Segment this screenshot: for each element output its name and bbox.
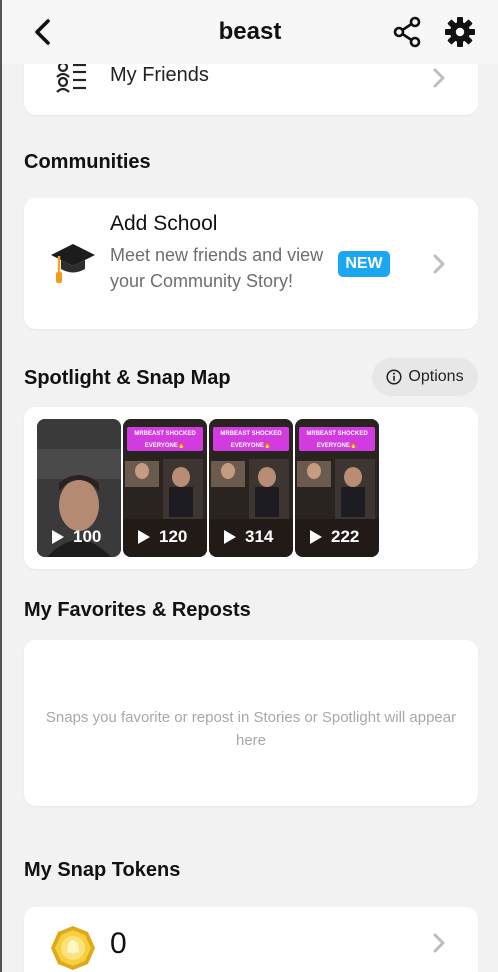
view-count: 120 — [137, 527, 187, 547]
options-button[interactable]: Options — [372, 358, 478, 396]
spotlight-thumbnail[interactable]: MRBEAST SHOCKED EVERYONE🔥 222 — [295, 419, 379, 557]
thumbnail-caption: MRBEAST SHOCKED EVERYONE🔥 — [127, 427, 203, 451]
add-school-title: Add School — [110, 212, 218, 235]
spotlight-thumbnail[interactable]: MRBEAST SHOCKED EVERYONE🔥 120 — [123, 419, 207, 557]
share-button[interactable] — [390, 14, 424, 50]
tokens-heading: My Snap Tokens — [24, 859, 181, 881]
gear-icon — [445, 17, 475, 47]
friends-list-icon — [56, 60, 88, 99]
graduation-cap-icon — [50, 242, 96, 291]
spotlight-card: 100 MRBEAST SHOCKED EVERYONE🔥 120 MRBEAS… — [24, 407, 478, 569]
thumbnail-caption: MRBEAST SHOCKED EVERYONE🔥 — [213, 427, 289, 451]
spotlight-thumbnail[interactable]: MRBEAST SHOCKED EVERYONE🔥 314 — [209, 419, 293, 557]
view-count: 222 — [309, 527, 359, 547]
chevron-right-icon — [433, 933, 445, 953]
top-bar: beast — [2, 0, 498, 64]
settings-button[interactable] — [442, 14, 478, 50]
favorites-heading: My Favorites & Reposts — [24, 599, 251, 621]
add-school-subtitle: Meet new friends and view your Community… — [110, 245, 324, 291]
my-friends-label: My Friends — [110, 64, 209, 86]
play-icon — [310, 530, 322, 544]
spotlight-thumbnail[interactable]: 100 — [37, 419, 121, 557]
view-count-value: 120 — [159, 527, 188, 546]
view-count-value: 222 — [331, 527, 360, 546]
chevron-right-icon — [433, 254, 445, 274]
token-coin-icon — [50, 925, 96, 972]
view-count: 314 — [223, 527, 273, 547]
back-chevron-icon — [35, 19, 50, 45]
play-icon — [138, 530, 150, 544]
play-icon — [224, 530, 236, 544]
token-count: 0 — [110, 927, 127, 960]
window-edge — [0, 0, 2, 972]
info-icon — [386, 369, 402, 385]
share-icon — [393, 16, 421, 48]
view-count: 100 — [51, 527, 101, 547]
play-icon — [52, 530, 64, 544]
options-label: Options — [408, 368, 464, 385]
page-title: beast — [218, 18, 282, 45]
back-button[interactable] — [26, 14, 58, 50]
view-count-value: 314 — [245, 527, 274, 546]
view-count-value: 100 — [73, 527, 102, 546]
thumbnail-caption: MRBEAST SHOCKED EVERYONE🔥 — [299, 427, 375, 451]
new-badge: NEW — [338, 251, 390, 277]
chevron-right-icon — [433, 68, 445, 88]
communities-heading: Communities — [24, 151, 151, 173]
add-school-card[interactable]: Add School Meet new friends and view you… — [24, 198, 478, 329]
spotlight-heading: Spotlight & Snap Map — [24, 367, 231, 389]
favorites-empty-text: Snaps you favorite or repost in Stories … — [45, 709, 457, 749]
favorites-card: Snaps you favorite or repost in Stories … — [24, 640, 478, 806]
snap-tokens-row[interactable]: 0 — [24, 907, 478, 972]
